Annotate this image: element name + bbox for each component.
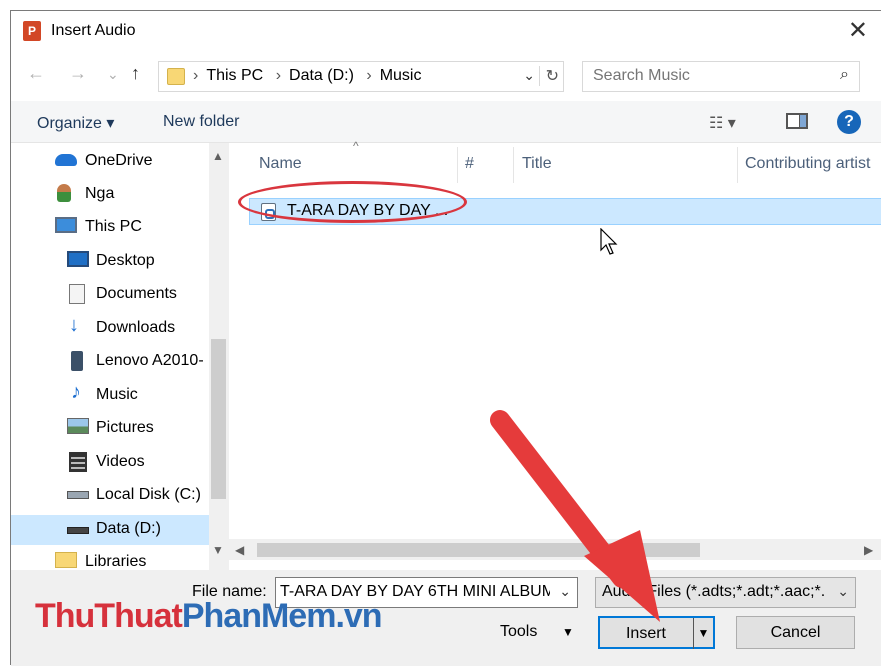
watermark-part2: PhanMem (181, 597, 337, 635)
mouse-cursor-icon (600, 228, 618, 255)
watermark-part3: .vn (335, 597, 382, 635)
annotation-arrow (490, 410, 660, 622)
watermark-logo: ThuThuatPhanMem.vn (35, 597, 383, 636)
watermark-part1: ThuThuat (35, 597, 183, 635)
